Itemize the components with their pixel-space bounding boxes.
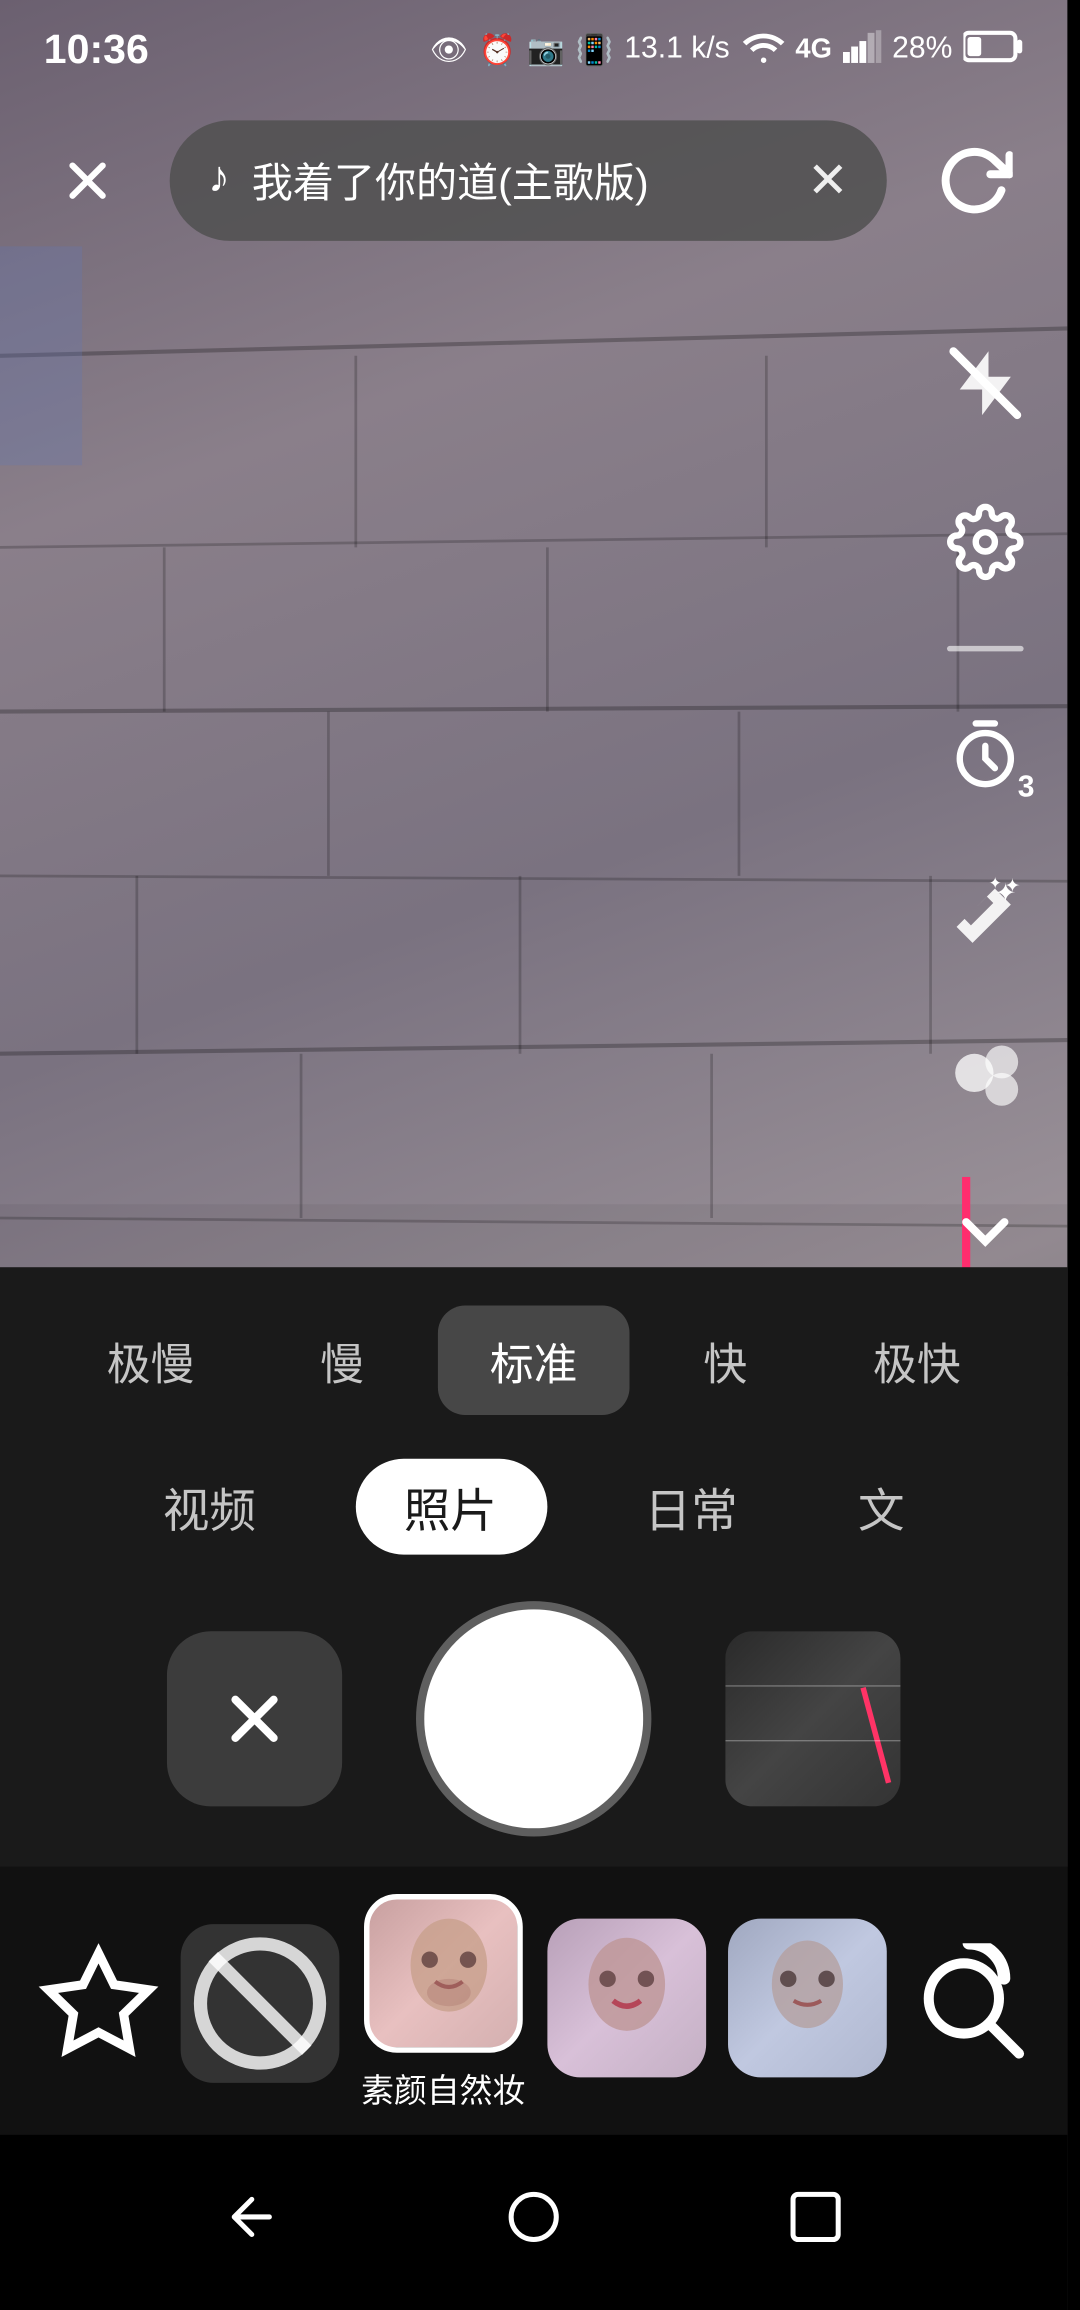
wifi-icon [741, 29, 785, 70]
flash-off-button[interactable] [931, 328, 1040, 437]
status-bar: 10:36 👁 ⏰ 📷 📳 13.1 k/s 4G [0, 0, 1067, 99]
right-sidebar: 3 ✦ ✦ ✦ [931, 328, 1040, 1286]
close-button[interactable] [33, 126, 142, 235]
status-icons: 👁 ⏰ 📷 📳 13.1 k/s 4G 28% [430, 29, 1024, 70]
gallery-thumb-preview [725, 1631, 900, 1806]
filter-label-natural: 素颜自然妆 [361, 2066, 525, 2113]
data-icon: 4G [795, 34, 832, 64]
refresh-button[interactable] [914, 120, 1034, 240]
screen: 10:36 👁 ⏰ 📷 📳 13.1 k/s 4G [0, 0, 1067, 2310]
bottom-controls: 极慢 慢 标准 快 极快 视频 照片 日常 文 [0, 1267, 1067, 2310]
filter-item-natural[interactable]: 素颜自然妆 [361, 1894, 525, 2113]
speed-item-very-fast[interactable]: 极快 [821, 1306, 1013, 1415]
camera-icon: 📷 [527, 31, 565, 67]
timer-button[interactable]: 3 [931, 701, 1040, 810]
recent-button[interactable] [756, 2157, 876, 2277]
network-speed: 13.1 k/s [624, 33, 729, 66]
no-filter-button[interactable] [181, 1924, 340, 2083]
shutter-button[interactable] [424, 1609, 643, 1828]
battery-icon [963, 29, 1023, 70]
music-note-icon: ♪ [208, 156, 230, 205]
speed-item-fast[interactable]: 快 [630, 1306, 822, 1415]
cancel-button[interactable] [167, 1631, 342, 1806]
filter-thumb-natural [364, 1894, 523, 2053]
mode-text[interactable]: 文 [836, 1462, 926, 1552]
speed-item-very-slow[interactable]: 极慢 [55, 1306, 247, 1415]
music-pill[interactable]: ♪ 我着了你的道(主歌版) ✕ [170, 120, 887, 240]
speed-selector: 极慢 慢 标准 快 极快 [0, 1267, 1067, 1442]
eye-icon: 👁 [430, 31, 468, 67]
settings-button[interactable] [931, 487, 1040, 596]
music-title: 我着了你的道(主歌版) [252, 152, 785, 209]
speed-item-slow[interactable]: 慢 [246, 1306, 438, 1415]
speed-item-standard[interactable]: 标准 [438, 1306, 630, 1415]
beauty-button[interactable] [931, 1018, 1040, 1127]
mode-daily[interactable]: 日常 [623, 1462, 760, 1552]
svg-text:✦: ✦ [1004, 876, 1020, 897]
status-time: 10:36 [44, 26, 149, 73]
mode-video[interactable]: 视频 [141, 1462, 278, 1552]
signal-icon [843, 29, 881, 70]
magic-wand-button[interactable]: ✦ ✦ ✦ [931, 859, 1040, 968]
timer-count-badge: 3 [1018, 772, 1035, 805]
filter-thumb-3 [728, 1917, 887, 2076]
filter-search-button[interactable] [908, 1943, 1028, 2063]
alarm-icon: ⏰ [479, 31, 517, 67]
mode-selector: 视频 照片 日常 文 [0, 1442, 1067, 1587]
filter-thumb-2 [547, 1917, 706, 2076]
favorites-button[interactable] [38, 1943, 158, 2063]
back-button[interactable] [191, 2157, 311, 2277]
battery-percent: 28% [892, 33, 952, 66]
music-close-button[interactable]: ✕ [807, 152, 848, 209]
top-bar: ♪ 我着了你的道(主歌版) ✕ [0, 99, 1067, 263]
vibrate-icon: 📳 [576, 31, 614, 67]
filter-item-2[interactable] [547, 1917, 706, 2089]
sidebar-divider [947, 646, 1024, 651]
home-button[interactable] [473, 2157, 593, 2277]
filter-bar: 素颜自然妆 [0, 1867, 1067, 2135]
gallery-thumbnail[interactable] [725, 1631, 900, 1806]
shutter-row [0, 1587, 1067, 1866]
svg-text:✦: ✦ [989, 876, 1002, 893]
mode-photo[interactable]: 照片 [354, 1459, 546, 1555]
nav-bar [0, 2135, 1067, 2310]
filter-item-3[interactable] [728, 1917, 887, 2089]
